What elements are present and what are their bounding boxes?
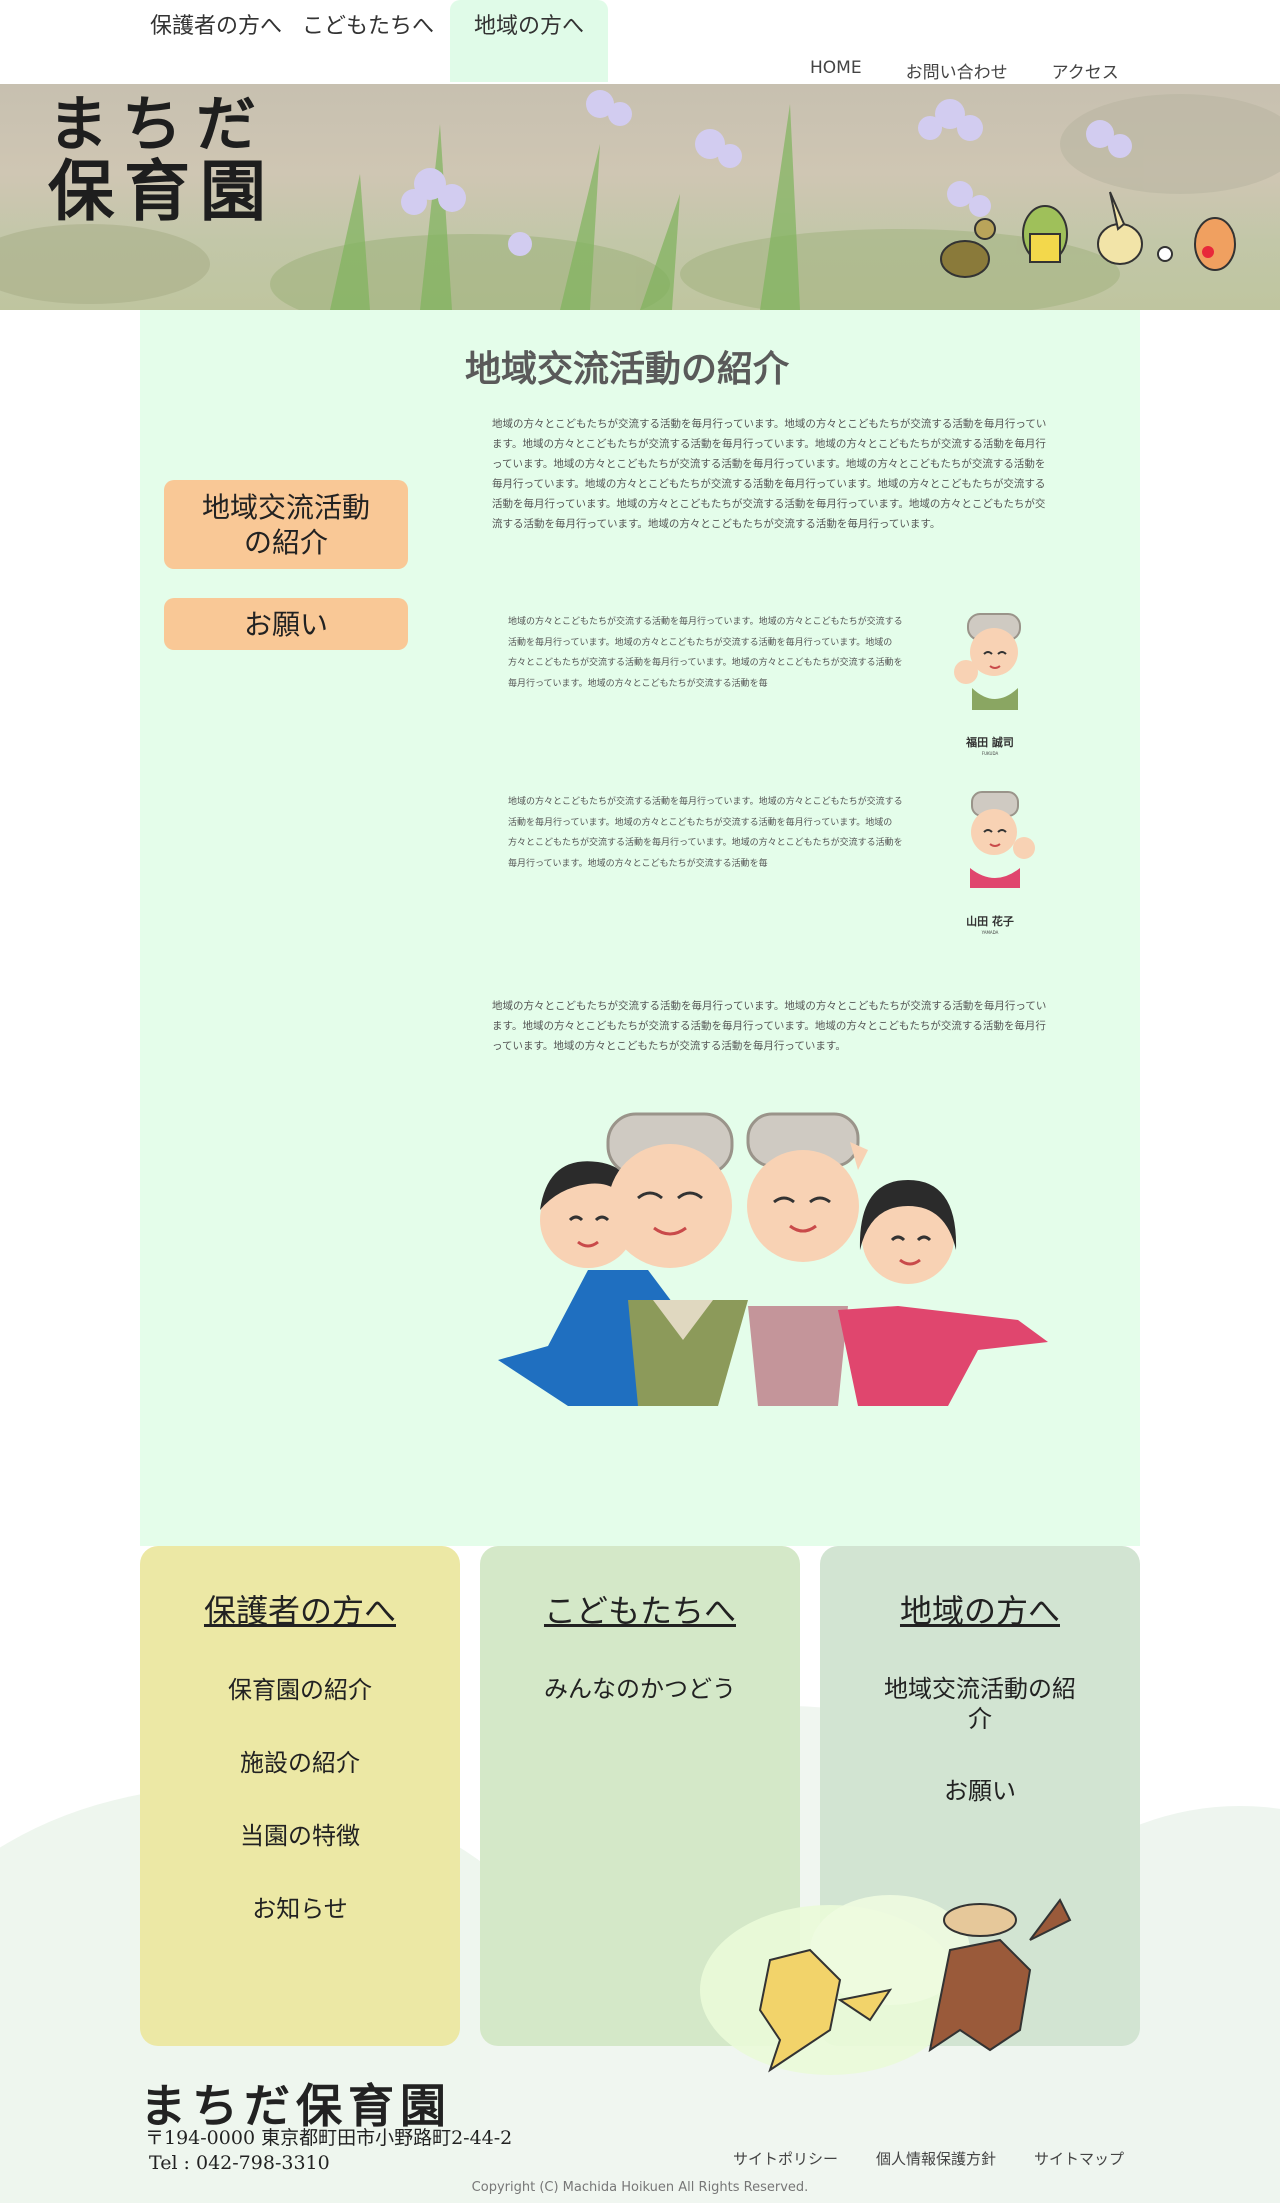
privacy-policy-link[interactable]: 個人情報保護方針	[876, 2148, 996, 2169]
side-button-activities[interactable]: 地域交流活動の紹介	[164, 480, 408, 569]
home-link[interactable]: HOME	[810, 58, 862, 83]
site-policy-link[interactable]: サイトポリシー	[733, 2148, 838, 2169]
audience-tabs: 保護者の方へ こどもたちへ 地域の方へ	[140, 0, 609, 82]
person-text-fukuda: 地域の方々とこどもたちが交流する活動を毎月行っています。地域の方々とこどもたちが…	[508, 617, 903, 689]
elderly-man-avatar	[954, 613, 1035, 710]
tab-children[interactable]: こどもたちへ	[292, 0, 444, 82]
tab-community[interactable]: 地域の方へ	[450, 0, 609, 82]
sitemap-link[interactable]: サイトマップ	[1034, 2148, 1124, 2169]
side-button-requests[interactable]: お願い	[164, 598, 408, 650]
outro-text: 地域の方々とこどもたちが交流する活動を毎月行っています。地域の方々とこどもたちが…	[492, 1000, 1047, 1052]
page-title: 地域交流活動の紹介	[465, 349, 790, 390]
logo-line1: まちだ	[48, 90, 270, 160]
footer-address-block: 〒194-0000 東京都町田市小野路町2-44-2 Tel : 042-798…	[145, 2126, 512, 2176]
site-logo[interactable]: まちだ 保育園	[48, 94, 276, 226]
intro-text: 地域の方々とこどもたちが交流する活動を毎月行っています。地域の方々とこどもたちが…	[492, 418, 1047, 530]
footer-link-about[interactable]: 保育園の紹介	[140, 1675, 460, 1705]
footer-title-community[interactable]: 地域の方へ	[900, 1586, 1060, 1632]
footer-link-features[interactable]: 当園の特徴	[140, 1821, 460, 1851]
logo-line2: 保育園	[48, 152, 276, 230]
footer-link-community-activities[interactable]: 地域交流活動の紹介	[820, 1674, 1140, 1734]
footer-link-activities[interactable]: みんなのかつどう	[480, 1674, 800, 1704]
header-banner: まちだ 保育園	[0, 84, 1280, 310]
person-name-fukuda: 福田 誠司	[966, 736, 1014, 749]
footer-links: サイトポリシー 個人情報保護方針 サイトマップ	[733, 2148, 1124, 2169]
footer-title-parents[interactable]: 保護者の方へ	[204, 1586, 396, 1632]
main-content: 地域交流活動の紹介 地域交流活動の紹介 お願い 地域の方々とこどもたちが交流する…	[140, 310, 1140, 1546]
person-text-yamada: 地域の方々とこどもたちが交流する活動を毎月行っています。地域の方々とこどもたちが…	[508, 797, 903, 869]
person-name-yamada: 山田 花子	[966, 915, 1014, 928]
family-illustration	[498, 1112, 1048, 1406]
footer-link-requests[interactable]: お願い	[820, 1776, 1140, 1806]
contact-link[interactable]: お問い合わせ	[906, 58, 1008, 83]
access-link[interactable]: アクセス	[1052, 58, 1119, 83]
tab-parents[interactable]: 保護者の方へ	[140, 0, 292, 82]
utility-nav: HOME お問い合わせ アクセス	[810, 58, 1119, 83]
footer-link-facilities[interactable]: 施設の紹介	[140, 1748, 460, 1778]
person-sub-yamada: YAMADA	[981, 930, 999, 935]
footer-tel: Tel : 042-798-3310	[149, 2152, 330, 2174]
footer-address: 〒194-0000 東京都町田市小野路町2-44-2	[145, 2127, 513, 2149]
copyright: Copyright (C) Machida Hoikuen All Rights…	[471, 2180, 809, 2195]
footer-title-children[interactable]: こどもたちへ	[544, 1586, 736, 1632]
footer-card-parents: 保護者の方へ 保育園の紹介 施設の紹介 当園の特徴 お知らせ	[140, 1546, 460, 2046]
elderly-woman-avatar	[955, 791, 1035, 888]
person-sub-fukuda: FUKUDA	[981, 751, 999, 756]
footer-link-news[interactable]: お知らせ	[140, 1894, 460, 1924]
fox-monkey-illustration	[700, 1895, 1072, 2075]
